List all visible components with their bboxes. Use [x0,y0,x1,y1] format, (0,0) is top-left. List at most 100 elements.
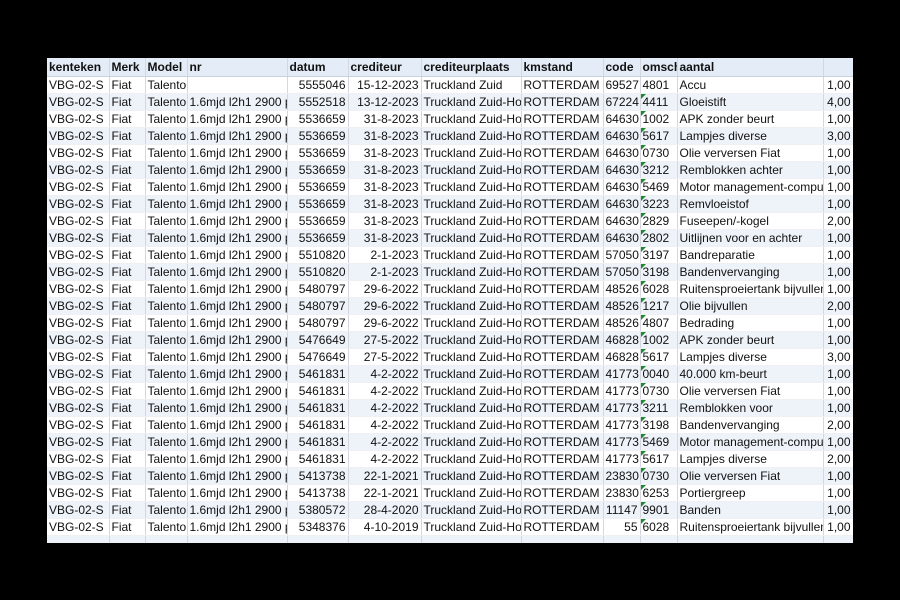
cell[interactable]: VBG-02-S [47,178,110,196]
cell[interactable]: 27-5-2022 [348,348,422,366]
cell[interactable]: Fiat [109,331,146,349]
cell[interactable]: 4,00 [823,93,853,111]
cell[interactable]: VBG-02-S [47,195,110,213]
cell[interactable]: 0730 [640,144,678,162]
cell[interactable]: VBG-02-S [47,365,110,383]
cell[interactable]: Talento [145,484,188,502]
cell[interactable]: 5536659 [287,110,349,128]
cell[interactable]: 3212 [640,161,678,179]
column-header[interactable]: Model [145,58,188,77]
cell[interactable]: 5469 [640,178,678,196]
cell[interactable]: Talento [145,195,188,213]
cell[interactable]: 41773 [603,382,641,400]
cell[interactable]: Truckland Zuid-Holla [421,93,522,111]
cell[interactable]: ROTTERDAM [521,263,604,281]
cell[interactable]: 1,00 [823,178,853,196]
cell[interactable]: 48526 [603,297,641,315]
cell[interactable]: 3223 [640,195,678,213]
cell[interactable]: Motor management-computer [677,433,824,451]
cell[interactable]: Talento [145,229,188,247]
cell[interactable]: 1,00 [823,518,853,536]
cell[interactable]: 1002 [640,110,678,128]
cell[interactable]: ROTTERDAM [521,246,604,264]
cell[interactable]: Truckland Zuid-Holla [421,348,522,366]
cell[interactable]: 57050 [603,246,641,264]
cell[interactable]: VBG-02-S [47,76,110,94]
cell[interactable]: VBG-02-S [47,127,110,145]
cell[interactable]: 5555046 [287,76,349,94]
cell[interactable]: ROTTERDAM [521,195,604,213]
cell[interactable]: APK zonder beurt [677,331,824,349]
cell[interactable]: 1,00 [823,161,853,179]
cell[interactable]: Uitlijnen voor en achter [677,229,824,247]
cell[interactable]: Bandenvervanging [677,416,824,434]
cell[interactable]: 5461831 [287,399,349,417]
cell[interactable]: Fiat [109,144,146,162]
cell[interactable] [109,535,146,543]
cell[interactable]: Truckland Zuid-Holla [421,280,522,298]
cell[interactable]: 57050 [603,263,641,281]
cell[interactable]: 3198 [640,263,678,281]
cell[interactable]: 1.6mjd l2h1 2900 pro [187,467,288,485]
cell[interactable]: VBG-02-S [47,467,110,485]
cell[interactable]: 5536659 [287,195,349,213]
cell[interactable]: 1,00 [823,229,853,247]
cell[interactable]: Truckland Zuid-Holla [421,178,522,196]
cell[interactable]: 9901 [640,501,678,519]
cell[interactable]: 41773 [603,416,641,434]
cell[interactable]: Bandenvervanging [677,263,824,281]
cell[interactable]: Talento [145,433,188,451]
cell[interactable]: Talento [145,365,188,383]
cell[interactable]: 4-2-2022 [348,433,422,451]
cell[interactable]: Talento [145,518,188,536]
cell[interactable]: 1,00 [823,263,853,281]
cell[interactable]: 1.6mjd l2h1 2900 pro [187,297,288,315]
cell[interactable]: 1.6mjd l2h1 2900 pro [187,195,288,213]
cell[interactable]: Truckland Zuid-Holla [421,331,522,349]
cell[interactable]: VBG-02-S [47,450,110,468]
cell[interactable]: 5536659 [287,127,349,145]
cell[interactable]: 41773 [603,399,641,417]
cell[interactable]: 1.6mjd l2h1 2900 pro [187,399,288,417]
cell[interactable]: ROTTERDAM [521,433,604,451]
cell[interactable]: 5536659 [287,161,349,179]
cell[interactable]: ROTTERDAM [521,399,604,417]
cell[interactable]: Talento [145,280,188,298]
cell[interactable]: Fiat [109,501,146,519]
cell[interactable] [823,535,853,543]
cell[interactable]: 5461831 [287,416,349,434]
cell[interactable]: 5461831 [287,365,349,383]
cell[interactable]: 5552518 [287,93,349,111]
cell[interactable]: VBG-02-S [47,297,110,315]
cell[interactable]: Fiat [109,195,146,213]
cell[interactable]: 31-8-2023 [348,212,422,230]
cell[interactable]: VBG-02-S [47,229,110,247]
cell[interactable]: 3198 [640,416,678,434]
cell[interactable]: 2-1-2023 [348,246,422,264]
cell[interactable]: ROTTERDAM [521,518,604,536]
cell[interactable]: 41773 [603,365,641,383]
cell[interactable] [421,535,522,543]
cell[interactable]: Truckland Zuid [421,76,522,94]
cell[interactable]: Fiat [109,484,146,502]
cell[interactable]: Truckland Zuid-Holla [421,297,522,315]
cell[interactable]: 1,00 [823,144,853,162]
cell[interactable]: Truckland Zuid-Holla [421,246,522,264]
column-header[interactable]: crediteurplaats [421,58,522,77]
cell[interactable]: Olie verversen Fiat [677,382,824,400]
cell[interactable]: Motor management-computer [677,178,824,196]
cell[interactable]: Fiat [109,161,146,179]
cell[interactable]: 23830 [603,467,641,485]
cell[interactable]: 2802 [640,229,678,247]
cell[interactable]: VBG-02-S [47,501,110,519]
cell[interactable]: 1.6mjd l2h1 2900 pro [187,348,288,366]
cell[interactable]: 0730 [640,467,678,485]
cell[interactable]: 4807 [640,314,678,332]
cell[interactable]: 55 [603,518,641,536]
cell[interactable]: 6028 [640,280,678,298]
cell[interactable]: 1.6mjd l2h1 2900 pro [187,365,288,383]
cell[interactable]: ROTTERDAM [521,93,604,111]
cell[interactable] [287,535,349,543]
cell[interactable]: 27-5-2022 [348,331,422,349]
cell[interactable]: 29-6-2022 [348,314,422,332]
